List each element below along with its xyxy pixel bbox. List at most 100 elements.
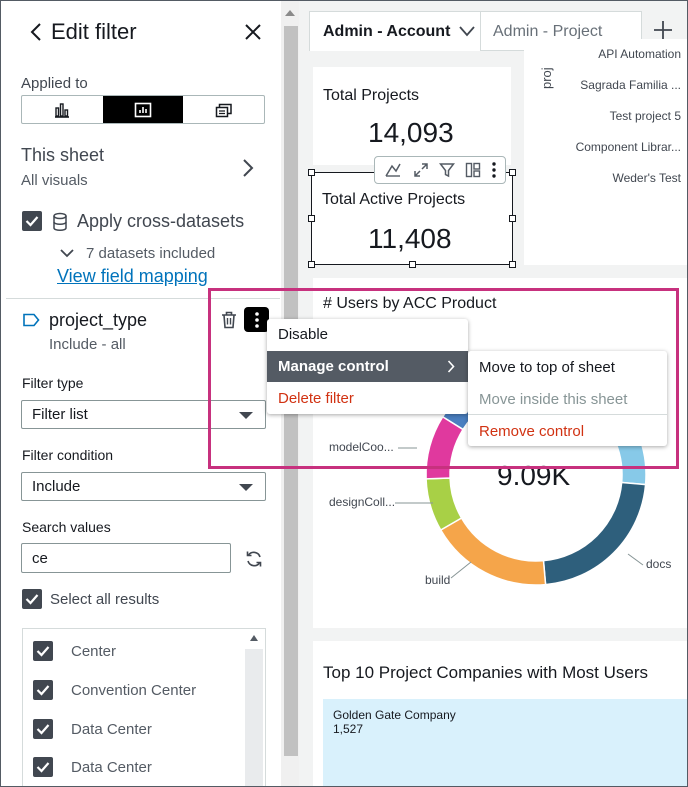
cross-datasets-checkbox[interactable] — [22, 211, 42, 231]
resize-handle[interactable] — [308, 169, 315, 176]
tab-admin-account[interactable]: Admin - Account — [309, 11, 481, 51]
chevron-right-icon[interactable] — [242, 159, 254, 177]
check-icon — [36, 762, 50, 773]
expand-icon[interactable] — [413, 162, 429, 178]
kpi-title: Total Active Projects — [322, 191, 466, 208]
sheet-scope-title[interactable]: This sheet — [21, 145, 104, 166]
multi-sheet-icon — [215, 103, 232, 117]
filter-context-menu: Disable Manage control Delete filter — [267, 319, 468, 414]
check-icon — [36, 724, 50, 735]
refresh-icon[interactable] — [245, 550, 263, 568]
filter-type-label: Filter type — [22, 375, 84, 391]
check-icon — [36, 646, 50, 657]
visual-type-icon[interactable] — [384, 162, 402, 178]
list-item[interactable]: Center — [23, 633, 243, 671]
slice-label: build — [425, 573, 451, 587]
list-scrollbar[interactable] — [245, 649, 263, 786]
value-label: Convention Center — [71, 682, 197, 699]
view-field-mapping-link[interactable]: View field mapping — [57, 266, 208, 287]
slice-label: designColl... — [329, 495, 396, 509]
tag-icon — [23, 313, 40, 327]
kpi-value: 11,408 — [368, 223, 452, 254]
applied-to-option-chart[interactable] — [22, 96, 103, 123]
bar-label: Sagrada Familia ... — [580, 78, 681, 92]
sheet-scope-subtitle: All visuals — [21, 172, 88, 189]
caret-down-icon — [239, 484, 253, 491]
manage-control-submenu: Move to top of sheet Move inside this sh… — [468, 351, 667, 446]
leader-line — [450, 561, 472, 579]
value-checkbox[interactable] — [33, 757, 53, 777]
bar-label: Test project 5 — [609, 109, 681, 123]
chart-title: Top 10 Project Companies with Most Users — [323, 663, 649, 682]
value-label: Data Center — [71, 759, 152, 776]
bar-label: API Automation — [598, 47, 681, 61]
applied-to-option-sheets[interactable] — [183, 96, 264, 123]
value-checkbox[interactable] — [33, 680, 53, 700]
resize-handle[interactable] — [509, 215, 516, 222]
menu-divider — [468, 414, 667, 415]
layout-icon[interactable] — [465, 162, 481, 178]
leader-line — [627, 553, 644, 566]
resize-handle[interactable] — [308, 261, 315, 268]
panel-header: Edit filter — [2, 2, 280, 60]
visual-toolbar — [374, 156, 506, 184]
menu-item-label: Manage control — [278, 358, 389, 375]
list-item[interactable]: Data Center — [23, 711, 243, 749]
filter-values-list: Center Convention Center Data Center Dat… — [22, 628, 266, 786]
datasets-included-label[interactable]: 7 datasets included — [86, 245, 215, 262]
kpi-value: 14,093 — [368, 117, 454, 148]
check-icon — [25, 216, 39, 227]
kpi-title: Total Projects — [323, 87, 420, 104]
visual-icon — [134, 102, 152, 117]
more-vertical-icon[interactable] — [492, 162, 496, 178]
cell-value: 1,527 — [333, 722, 364, 736]
back-icon[interactable] — [28, 22, 44, 42]
kpi-total-active-projects[interactable]: Total Active Projects 11,408 — [308, 169, 516, 268]
scroll-up-icon[interactable] — [285, 10, 295, 16]
menu-item-move-to-top[interactable]: Move to top of sheet — [468, 352, 667, 383]
resize-handle[interactable] — [509, 261, 516, 268]
donut-slice-build[interactable] — [439, 516, 547, 586]
menu-item-disable[interactable]: Disable — [267, 319, 468, 350]
filter-icon[interactable] — [438, 162, 455, 178]
value-checkbox[interactable] — [33, 641, 53, 661]
menu-item-delete-filter[interactable]: Delete filter — [267, 383, 468, 414]
chevron-down-icon[interactable] — [459, 25, 475, 37]
tab-label: Admin - Account — [323, 23, 451, 40]
chevron-right-icon — [447, 360, 455, 373]
applied-to-option-visual[interactable] — [102, 96, 184, 123]
list-item[interactable]: Data Center — [23, 749, 243, 786]
donut-slice-docs[interactable] — [542, 481, 647, 586]
search-values-label: Search values — [22, 519, 111, 535]
menu-item-manage-control[interactable]: Manage control — [267, 351, 468, 382]
resize-handle[interactable] — [308, 215, 315, 222]
scroll-up-icon[interactable] — [250, 635, 258, 641]
resize-handle[interactable] — [409, 261, 416, 268]
bar-chart-projects[interactable]: proj API Automation Sagrada Familia ... … — [524, 39, 687, 265]
kpi-total-projects[interactable]: Total Projects 14,093 — [313, 67, 511, 165]
applied-to-segmented-control — [21, 95, 265, 124]
top10-companies-chart[interactable]: Top 10 Project Companies with Most Users… — [313, 641, 687, 786]
app-frame: Edit filter Applied to This sheet All vi… — [0, 0, 688, 787]
database-icon — [53, 212, 67, 231]
menu-item-remove-control[interactable]: Remove control — [468, 416, 667, 447]
bar-label: Component Librar... — [575, 140, 681, 154]
check-icon — [25, 594, 39, 605]
filter-summary: Include - all — [49, 336, 126, 353]
search-values-input[interactable] — [21, 543, 231, 573]
close-icon[interactable] — [244, 23, 262, 41]
value-checkbox[interactable] — [33, 719, 53, 739]
filter-condition-select[interactable]: Include — [21, 472, 266, 501]
list-item[interactable]: Convention Center — [23, 672, 243, 710]
chevron-down-icon[interactable] — [60, 248, 74, 258]
select-all-checkbox[interactable] — [22, 589, 42, 609]
filter-condition-label: Filter condition — [22, 447, 114, 463]
panel-title: Edit filter — [51, 19, 137, 44]
cross-datasets-label: Apply cross-datasets — [77, 211, 245, 231]
resize-handle[interactable] — [509, 169, 516, 176]
plus-icon[interactable] — [652, 19, 674, 41]
filter-field-name: project_type — [49, 310, 148, 330]
slice-label: docs — [646, 557, 672, 571]
value-label: Data Center — [71, 721, 152, 738]
select-all-label: Select all results — [50, 591, 160, 608]
